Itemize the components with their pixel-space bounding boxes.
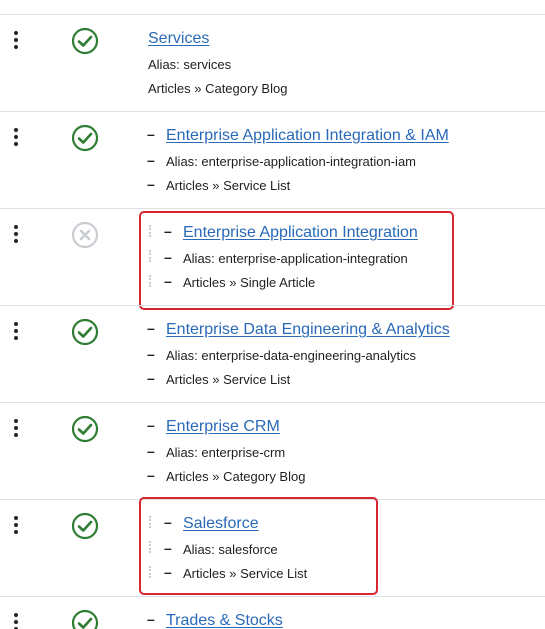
item-alias: Alias: salesforce [183,542,278,557]
level-dash: – [147,443,155,459]
level-dash: – [164,514,172,530]
x-circle-icon[interactable] [71,221,99,249]
table-row: – Enterprise Data Engineering & Analytic… [0,305,545,402]
table-row: Services Alias: services Articles » Cate… [0,14,545,111]
level-dash: – [147,346,155,362]
level-dash: – [147,152,155,168]
actions-menu-icon[interactable] [13,419,19,437]
level-dash: – [147,126,155,142]
level-dash: – [147,320,155,336]
table-row: – Enterprise Application Integration – A… [0,208,545,310]
level-dash: – [164,249,172,265]
item-alias: Alias: enterprise-application-integratio… [183,251,408,266]
item-title-link[interactable]: Trades & Stocks [166,612,283,629]
level-dash: – [164,223,172,239]
actions-menu-icon[interactable] [13,516,19,534]
vertical-dots-icon [149,275,153,287]
vertical-dots-icon [149,541,153,553]
item-type: Articles » Category Blog [166,469,306,484]
level-dash: – [147,467,155,483]
table-row: – Trades & Stocks [0,596,545,629]
actions-menu-icon[interactable] [13,225,19,243]
table-row: – Salesforce – Alias: salesforce – Artic… [0,497,545,596]
level-dash: – [164,564,172,580]
item-type: Articles » Service List [166,372,291,387]
item-alias: Alias: enterprise-crm [166,445,286,460]
check-circle-icon[interactable] [71,512,99,540]
item-type: Articles » Single Article [183,275,316,290]
vertical-dots-icon [149,225,153,237]
item-title-link[interactable]: Services [148,30,209,48]
check-circle-icon[interactable] [71,318,99,346]
item-title-link[interactable]: Enterprise CRM [166,418,280,436]
table-row: – Enterprise Application Integration & I… [0,111,545,208]
actions-menu-icon[interactable] [13,31,19,49]
item-title-link[interactable]: Salesforce [183,515,259,533]
level-dash: – [147,611,155,627]
item-alias: Alias: services [148,57,232,72]
item-title-link[interactable]: Enterprise Application Integration [183,224,418,242]
check-circle-icon[interactable] [71,124,99,152]
level-dash: – [147,176,155,192]
item-title-link[interactable]: Enterprise Application Integration & IAM [166,127,449,145]
level-dash: – [147,417,155,433]
vertical-dots-icon [149,250,153,262]
level-dash: – [147,370,155,386]
vertical-dots-icon [149,516,153,528]
table-row: – Enterprise CRM – Alias: enterprise-crm… [0,402,545,499]
level-dash: – [164,273,172,289]
actions-menu-icon[interactable] [13,613,19,629]
menu-items-list: Services Alias: services Articles » Cate… [0,0,545,629]
check-circle-icon[interactable] [71,415,99,443]
vertical-dots-icon [149,566,153,578]
level-dash: – [164,540,172,556]
item-alias: Alias: enterprise-application-integratio… [166,154,417,169]
actions-menu-icon[interactable] [13,128,19,146]
item-type: Articles » Service List [166,178,291,193]
item-type: Articles » Service List [183,566,308,581]
actions-menu-icon[interactable] [13,322,19,340]
item-type: Articles » Category Blog [148,81,288,96]
check-circle-icon[interactable] [71,609,99,629]
item-title-link[interactable]: Enterprise Data Engineering & Analytics [166,321,450,339]
item-alias: Alias: enterprise-data-engineering-analy… [166,348,417,363]
check-circle-icon[interactable] [71,27,99,55]
